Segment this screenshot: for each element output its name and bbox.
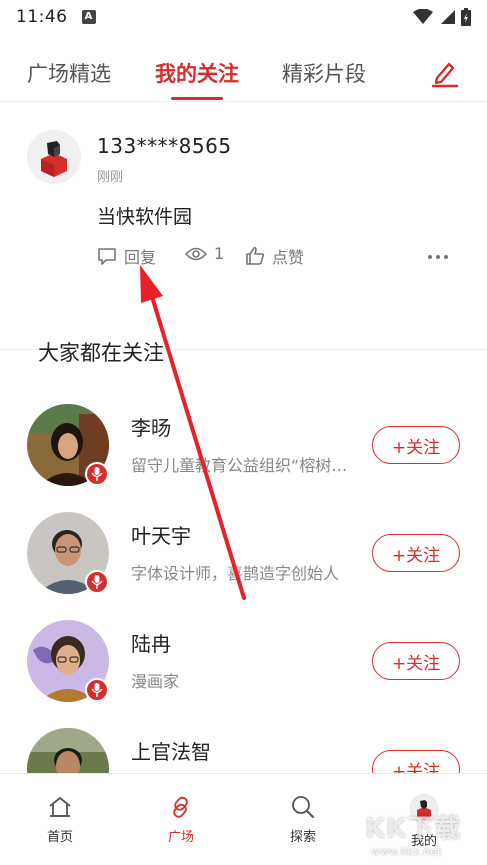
eye-icon bbox=[185, 247, 207, 260]
thumbs-up-icon bbox=[246, 246, 265, 265]
bottom-nav: 首页 广场 探索 我的 bbox=[0, 773, 487, 865]
avatar[interactable] bbox=[27, 130, 81, 184]
reply-button[interactable]: 回复 bbox=[97, 244, 156, 268]
nav-home-label: 首页 bbox=[46, 830, 73, 845]
recommend-desc: 留守儿童教育公益组织“榕树根”… bbox=[131, 456, 359, 475]
tab-highlights[interactable]: 精彩片段 bbox=[282, 58, 366, 88]
battery-icon bbox=[461, 8, 471, 26]
recommend-item[interactable]: 陆冉 漫画家 +关注 bbox=[0, 620, 487, 728]
nav-square-label: 广场 bbox=[167, 830, 194, 845]
microphone-icon bbox=[91, 575, 103, 589]
tab-following[interactable]: 我的关注 bbox=[155, 58, 239, 88]
like-label: 点赞 bbox=[272, 248, 305, 267]
wifi-icon bbox=[413, 9, 433, 24]
nav-home[interactable]: 首页 bbox=[20, 794, 100, 845]
status-icons bbox=[413, 8, 471, 26]
post-card: 133****8565 刚刚 当快软件园 回复 1 点赞 bbox=[0, 104, 487, 349]
microphone-icon bbox=[91, 683, 103, 697]
view-count: 1 bbox=[185, 244, 224, 263]
microphone-icon bbox=[91, 467, 103, 481]
post-time: 刚刚 bbox=[97, 170, 124, 185]
status-bar: 11:46 A bbox=[0, 0, 487, 34]
top-tabs: 广场精选 我的关注 精彩片段 bbox=[0, 40, 487, 102]
more-dot bbox=[428, 255, 432, 259]
notification-icon: A bbox=[81, 10, 96, 24]
view-count-value: 1 bbox=[214, 244, 225, 263]
follow-button[interactable]: +关注 bbox=[372, 534, 460, 572]
nav-profile-label: 我的 bbox=[410, 834, 437, 849]
square-icon bbox=[173, 796, 188, 818]
like-button[interactable]: 点赞 bbox=[245, 244, 304, 268]
active-tab-indicator bbox=[171, 97, 223, 100]
post-actions: 回复 1 点赞 bbox=[97, 244, 467, 270]
profile-icon bbox=[409, 794, 439, 824]
explore-icon bbox=[292, 796, 314, 818]
verified-badge bbox=[85, 462, 109, 486]
tab-featured[interactable]: 广场精选 bbox=[27, 58, 111, 88]
recommend-name: 叶天宇 bbox=[131, 524, 191, 548]
verified-badge bbox=[85, 570, 109, 594]
nav-square[interactable]: 广场 bbox=[141, 794, 221, 845]
nav-profile[interactable]: 我的 bbox=[384, 794, 464, 849]
follow-button[interactable]: +关注 bbox=[372, 642, 460, 680]
post-username[interactable]: 133****8565 bbox=[97, 134, 232, 158]
more-options-button[interactable] bbox=[428, 244, 448, 270]
signal-icon bbox=[441, 10, 455, 24]
recommend-title: 大家都在关注 bbox=[38, 337, 170, 367]
recommend-desc: 字体设计师，喜鹊造字创始人 bbox=[131, 564, 340, 583]
verified-badge bbox=[85, 678, 109, 702]
recommend-item[interactable]: 李旸 留守儿童教育公益组织“榕树根”… +关注 bbox=[0, 404, 487, 512]
recommend-name: 陆冉 bbox=[131, 632, 171, 656]
follow-button[interactable]: +关注 bbox=[372, 426, 460, 464]
reply-label: 回复 bbox=[124, 248, 157, 267]
edit-button[interactable] bbox=[429, 56, 461, 88]
recommend-name: 李旸 bbox=[131, 416, 171, 440]
more-dot bbox=[436, 255, 440, 259]
post-content[interactable]: 当快软件园 bbox=[97, 202, 192, 229]
nav-explore-label: 探索 bbox=[289, 830, 316, 845]
more-dot bbox=[444, 255, 448, 259]
comment-icon bbox=[98, 248, 116, 265]
recommend-item[interactable]: 叶天宇 字体设计师，喜鹊造字创始人 +关注 bbox=[0, 512, 487, 620]
recommend-desc: 漫画家 bbox=[131, 672, 180, 691]
default-avatar-icon bbox=[27, 130, 81, 184]
nav-explore[interactable]: 探索 bbox=[263, 794, 343, 845]
home-icon bbox=[49, 797, 71, 817]
recommend-name: 上官法智 bbox=[131, 740, 211, 764]
edit-icon bbox=[431, 62, 459, 88]
status-time: 11:46 bbox=[16, 7, 68, 27]
